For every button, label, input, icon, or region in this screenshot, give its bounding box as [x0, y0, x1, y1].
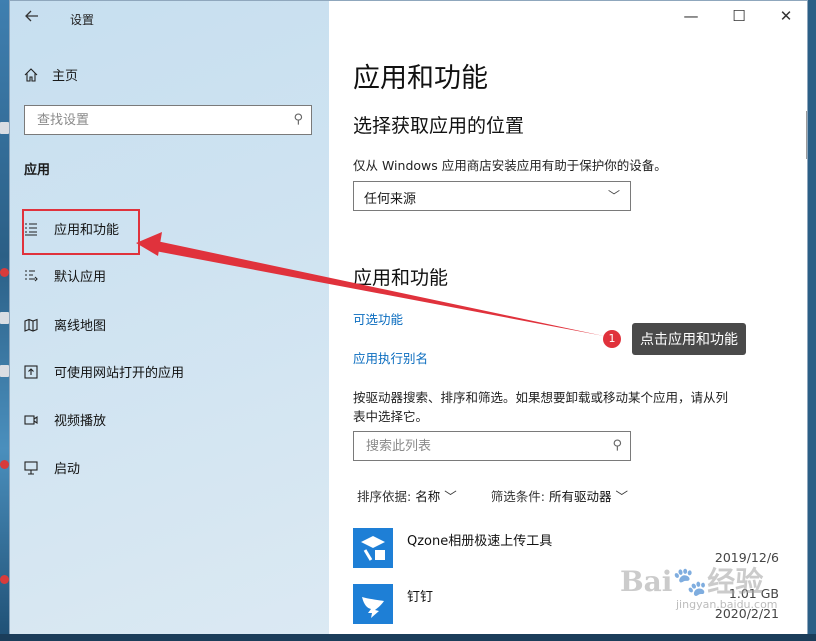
baidu-watermark: Bai🐾经验 [620, 565, 764, 598]
desktop-icon [0, 575, 9, 584]
sort-dropdown[interactable]: 排序依据: 名称 ﹀ [357, 486, 457, 505]
startup-icon [24, 460, 38, 475]
sort-label: 排序依据: [357, 489, 412, 504]
filter-label: 筛选条件: [490, 489, 545, 504]
settings-search-box[interactable]: ⚲ [24, 105, 312, 135]
settings-search-input[interactable] [35, 106, 279, 134]
sidebar-item-default-apps[interactable]: 默认应用 [24, 266, 106, 285]
apps-heading: 应用和功能 [353, 267, 449, 289]
back-arrow-icon[interactable] [24, 8, 40, 28]
sidebar-item-website-apps[interactable]: 可使用网站打开的应用 [24, 362, 184, 381]
chevron-down-icon: ﹀ [615, 489, 628, 504]
source-select[interactable]: 任何来源 ﹀ [353, 181, 631, 211]
settings-window: 设置 主页 ⚲ 应用 应用和功能 默认应用 离线地图 可使用网站打开的应用 [9, 0, 808, 636]
app-list-search-input[interactable] [364, 432, 598, 460]
close-icon[interactable]: ✕ [776, 7, 796, 25]
minimize-icon[interactable]: — [681, 7, 701, 25]
search-icon: ⚲ [612, 438, 622, 453]
desktop-icon [0, 268, 9, 277]
sidebar-item-startup[interactable]: 启动 [24, 458, 80, 477]
search-icon: ⚲ [293, 112, 303, 127]
taskbar [0, 634, 816, 641]
annotation-callout: 点击应用和功能 [632, 323, 746, 355]
scrollbar[interactable] [806, 111, 807, 159]
default-apps-icon [25, 269, 38, 281]
sidebar-item-label: 启动 [54, 462, 81, 477]
window-title: 设置 [70, 13, 95, 27]
website-apps-icon [24, 364, 38, 379]
app-name: 钉钉 [407, 590, 434, 605]
video-icon [24, 414, 38, 425]
main-content: — ☐ ✕ 应用和功能 选择获取应用的位置 仅从 Windows 应用商店安装应… [329, 1, 807, 635]
list-description-line2: 表中选择它。 [353, 409, 429, 424]
desktop-icon [0, 122, 9, 134]
sidebar-item-label: 可使用网站打开的应用 [54, 366, 185, 381]
chevron-down-icon: ﹀ [444, 489, 457, 504]
sidebar-item-video[interactable]: 视频播放 [24, 410, 106, 429]
desktop-icon [0, 312, 9, 324]
filter-value: 所有驱动器 [548, 489, 612, 504]
sidebar-item-label: 默认应用 [54, 270, 107, 285]
app-alias-link[interactable]: 应用执行别名 [353, 348, 428, 367]
highlight-box [22, 209, 140, 255]
maximize-icon[interactable]: ☐ [729, 7, 749, 25]
app-name: Qzone相册极速上传工具 [407, 534, 553, 549]
home-icon [24, 67, 38, 82]
chevron-down-icon: ﹀ [607, 189, 620, 203]
baidu-watermark-url: jingyan.baidu.com [676, 598, 778, 611]
section-label: 应用 [24, 163, 51, 178]
sidebar-item-home[interactable]: 主页 [24, 65, 78, 84]
desktop-icon [0, 365, 9, 377]
source-heading: 选择获取应用的位置 [353, 115, 525, 137]
desktop-icon [0, 460, 9, 469]
sidebar-item-label: 离线地图 [54, 319, 107, 334]
sidebar-item-label: 视频播放 [54, 414, 107, 429]
source-description: 仅从 Windows 应用商店安装应用有助于保护你的设备。 [353, 158, 667, 173]
sidebar: 设置 主页 ⚲ 应用 应用和功能 默认应用 离线地图 可使用网站打开的应用 [10, 1, 329, 635]
map-icon [24, 318, 38, 332]
sidebar-item-label: 主页 [52, 69, 79, 84]
optional-features-link[interactable]: 可选功能 [353, 309, 403, 328]
list-description-line1: 按驱动器搜索、排序和筛选。如果想要卸载或移动某个应用，请从列 [353, 390, 729, 405]
step-badge: 1 [603, 330, 621, 348]
sort-value: 名称 [415, 489, 441, 504]
sidebar-item-offline-maps[interactable]: 离线地图 [24, 315, 106, 334]
dingtalk-icon [353, 584, 393, 624]
sort-filter-row: 排序依据: 名称 ﹀ 筛选条件: 所有驱动器 ﹀ [357, 486, 628, 505]
app-list-search-box[interactable]: ⚲ [353, 431, 631, 461]
source-select-value: 任何来源 [364, 192, 417, 207]
page-title: 应用和功能 [353, 63, 488, 94]
filter-dropdown[interactable]: 筛选条件: 所有驱动器 ﹀ [491, 486, 628, 505]
qzone-uploader-icon [353, 528, 393, 568]
